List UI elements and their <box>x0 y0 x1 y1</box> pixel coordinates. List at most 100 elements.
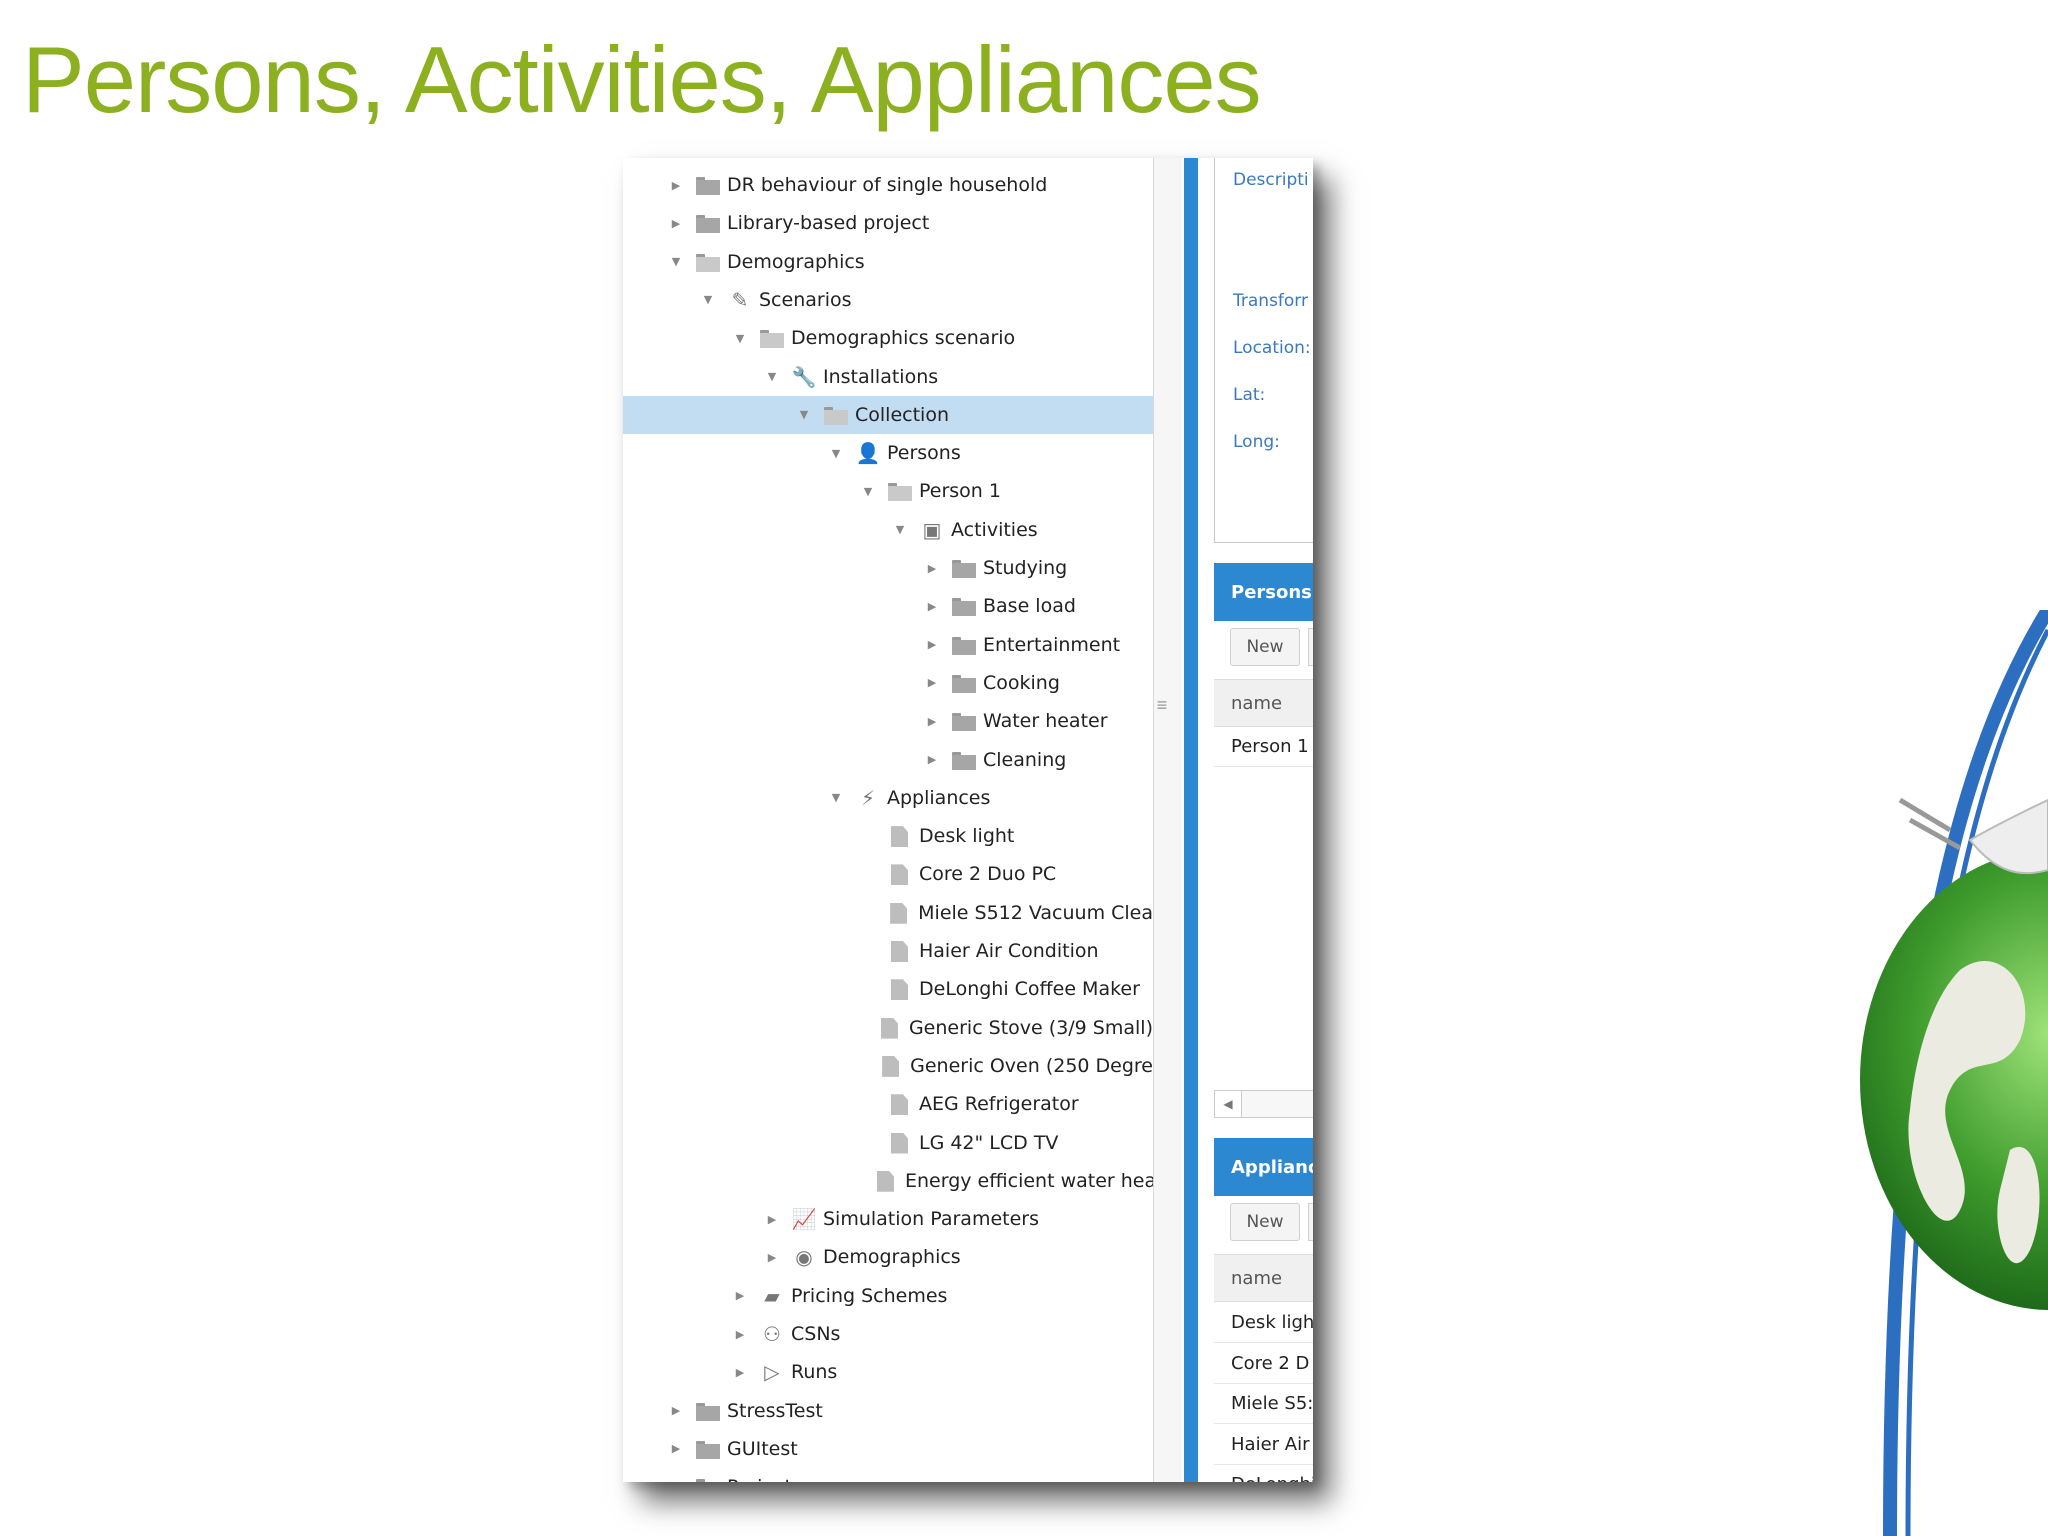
tree-item-label: DR behaviour of single household <box>727 174 1048 196</box>
tree-item[interactable]: ▶ Cleaning <box>623 741 1153 779</box>
collapse-bar[interactable] <box>1184 158 1198 1482</box>
collapse-caret-icon[interactable]: ▼ <box>829 447 843 460</box>
tree-item[interactable]: ▶ Cooking <box>623 664 1153 702</box>
tree-item[interactable]: ▼ 👤 Persons <box>623 434 1153 472</box>
new-person-button[interactable]: New <box>1230 628 1300 666</box>
persons-name-column[interactable]: name <box>1214 679 1313 727</box>
tree-item[interactable]: ▼ Collection <box>623 395 1153 434</box>
appliance-row[interactable]: Core 2 D <box>1214 1344 1313 1384</box>
tree-item[interactable]: Core 2 Duo PC <box>623 855 1153 893</box>
tree-item[interactable]: ▶ Project <box>623 1468 1153 1482</box>
expand-caret-icon[interactable]: ▶ <box>733 1289 747 1302</box>
tree-item[interactable]: ▶ Water heater <box>623 702 1153 740</box>
document-icon <box>873 1170 899 1192</box>
collapse-caret-icon[interactable]: ▼ <box>765 370 779 383</box>
expand-caret-icon[interactable]: ▶ <box>669 179 683 192</box>
tree-item[interactable]: Generic Oven (250 Degre <box>623 1047 1153 1085</box>
expand-caret-icon[interactable]: ▶ <box>669 1481 683 1482</box>
tree-item[interactable]: ▶ GUItest <box>623 1430 1153 1468</box>
tree-item[interactable]: DeLonghi Coffee Maker <box>623 970 1153 1008</box>
tree-item[interactable]: AEG Refrigerator <box>623 1085 1153 1123</box>
wrench-icon: 🔧 <box>791 364 817 389</box>
tree-item[interactable]: ▶ ◉ Demographics <box>623 1238 1153 1276</box>
tree-item[interactable]: ▼ Demographics scenario <box>623 319 1153 357</box>
tree-item[interactable]: LG 42" LCD TV <box>623 1124 1153 1162</box>
scroll-left-icon[interactable]: ◀ <box>1215 1091 1242 1117</box>
collapse-caret-icon[interactable]: ▼ <box>669 255 683 268</box>
tree-item[interactable]: ▶ 📈 Simulation Parameters <box>623 1200 1153 1238</box>
collapse-caret-icon[interactable]: ▼ <box>733 332 747 345</box>
money-icon: ▰ <box>764 1283 780 1308</box>
splitter-grip-icon[interactable]: ≡ <box>1155 695 1169 716</box>
tree-item-label: Haier Air Condition <box>919 940 1099 962</box>
tree-item[interactable]: ▶ ▷ Runs <box>623 1353 1153 1391</box>
tree-item-label: Demographics scenario <box>791 327 1016 350</box>
collapse-caret-icon[interactable]: ▼ <box>701 293 715 306</box>
collapse-caret-icon[interactable]: ▼ <box>797 408 811 421</box>
project-tree[interactable]: ▶ DR behaviour of single household ▶ Librar… <box>623 158 1154 1482</box>
tree-item-label: Cooking <box>983 671 1060 694</box>
persons-scrollbar[interactable]: ◀ <box>1214 1090 1313 1118</box>
persons-toolbar-button[interactable] <box>1308 628 1313 666</box>
tree-item[interactable]: ▶ ⚇ CSNs <box>623 1315 1153 1353</box>
tree-item[interactable]: ▶ Base load <box>623 587 1153 625</box>
chart-icon: 📈 <box>791 1207 817 1232</box>
tree-item[interactable]: Generic Stove (3/9 Small) <box>623 1009 1153 1047</box>
tree-item-label: Appliances <box>887 786 991 809</box>
tree-item[interactable]: ▶ DR behaviour of single household <box>623 166 1153 204</box>
tree-item[interactable]: ▼ ⚡ Appliances <box>623 779 1153 817</box>
folder-icon <box>951 710 977 732</box>
expand-caret-icon[interactable]: ▶ <box>925 600 939 613</box>
expand-caret-icon[interactable]: ▶ <box>765 1251 779 1264</box>
tree-item[interactable]: Energy efficient water hea <box>623 1162 1153 1200</box>
tree-item[interactable]: ▼ 🔧 Installations <box>623 358 1153 396</box>
tree-item[interactable]: Miele S512 Vacuum Clea <box>623 894 1153 932</box>
folder-icon <box>951 672 977 694</box>
expand-caret-icon[interactable]: ▶ <box>669 1442 683 1455</box>
collapse-caret-icon[interactable]: ▼ <box>893 523 907 536</box>
folder-open-icon <box>823 404 849 426</box>
appliance-row[interactable]: DeLonghi <box>1214 1465 1313 1482</box>
appliance-row[interactable]: Desk ligh <box>1214 1303 1313 1343</box>
details-panel: Descripti Transforr Location: Lat: Long:… <box>1198 158 1313 1482</box>
expand-caret-icon[interactable]: ▶ <box>669 1404 683 1417</box>
expand-caret-icon[interactable]: ▶ <box>669 217 683 230</box>
tree-item-label: Demographics <box>823 1246 961 1269</box>
folder-icon <box>951 634 977 656</box>
new-appliance-button[interactable]: New <box>1230 1203 1300 1241</box>
tree-item[interactable]: ▼ ✎ Scenarios <box>623 281 1153 319</box>
tree-item[interactable]: ▶ Studying <box>623 549 1153 587</box>
tree-item[interactable]: ▼ Demographics <box>623 243 1153 281</box>
expand-caret-icon[interactable]: ▶ <box>925 638 939 651</box>
app-screenshot: ▶ DR behaviour of single household ▶ Librar… <box>623 158 1313 1482</box>
expand-caret-icon[interactable]: ▶ <box>733 1366 747 1379</box>
tree-item-label: Studying <box>983 557 1068 579</box>
appliances-name-column[interactable]: name <box>1214 1254 1313 1302</box>
description-label: Descripti <box>1233 170 1309 190</box>
folder-icon <box>695 1400 721 1422</box>
expand-caret-icon[interactable]: ▶ <box>733 1328 747 1341</box>
expand-caret-icon[interactable]: ▶ <box>765 1213 779 1226</box>
tree-item[interactable]: ▶ Library-based project <box>623 204 1153 242</box>
tree-item-label: Person 1 <box>919 480 1001 503</box>
tree-item[interactable]: ▼ Person 1 <box>623 472 1153 510</box>
tree-item[interactable]: ▶ ▰ Pricing Schemes <box>623 1277 1153 1315</box>
appliance-row[interactable]: Haier Air <box>1214 1425 1313 1465</box>
long-label: Long: <box>1233 432 1280 452</box>
collapse-caret-icon[interactable]: ▼ <box>829 791 843 804</box>
expand-caret-icon[interactable]: ▶ <box>925 715 939 728</box>
collapse-caret-icon[interactable]: ▼ <box>861 485 875 498</box>
splitter[interactable] <box>1154 158 1182 1482</box>
tree-item[interactable]: Haier Air Condition <box>623 932 1153 970</box>
person-row[interactable]: Person 1 <box>1214 727 1313 767</box>
expand-caret-icon[interactable]: ▶ <box>925 753 939 766</box>
expand-caret-icon[interactable]: ▶ <box>925 562 939 575</box>
appliances-toolbar-button[interactable] <box>1308 1203 1313 1241</box>
tree-item-label: Activities <box>951 518 1038 541</box>
tree-item[interactable]: ▶ StressTest <box>623 1392 1153 1430</box>
tree-item[interactable]: Desk light <box>623 817 1153 855</box>
expand-caret-icon[interactable]: ▶ <box>925 676 939 689</box>
appliance-row[interactable]: Miele S5: <box>1214 1384 1313 1424</box>
tree-item[interactable]: ▶ Entertainment <box>623 626 1153 664</box>
tree-item[interactable]: ▼ ▣ Activities <box>623 511 1153 549</box>
